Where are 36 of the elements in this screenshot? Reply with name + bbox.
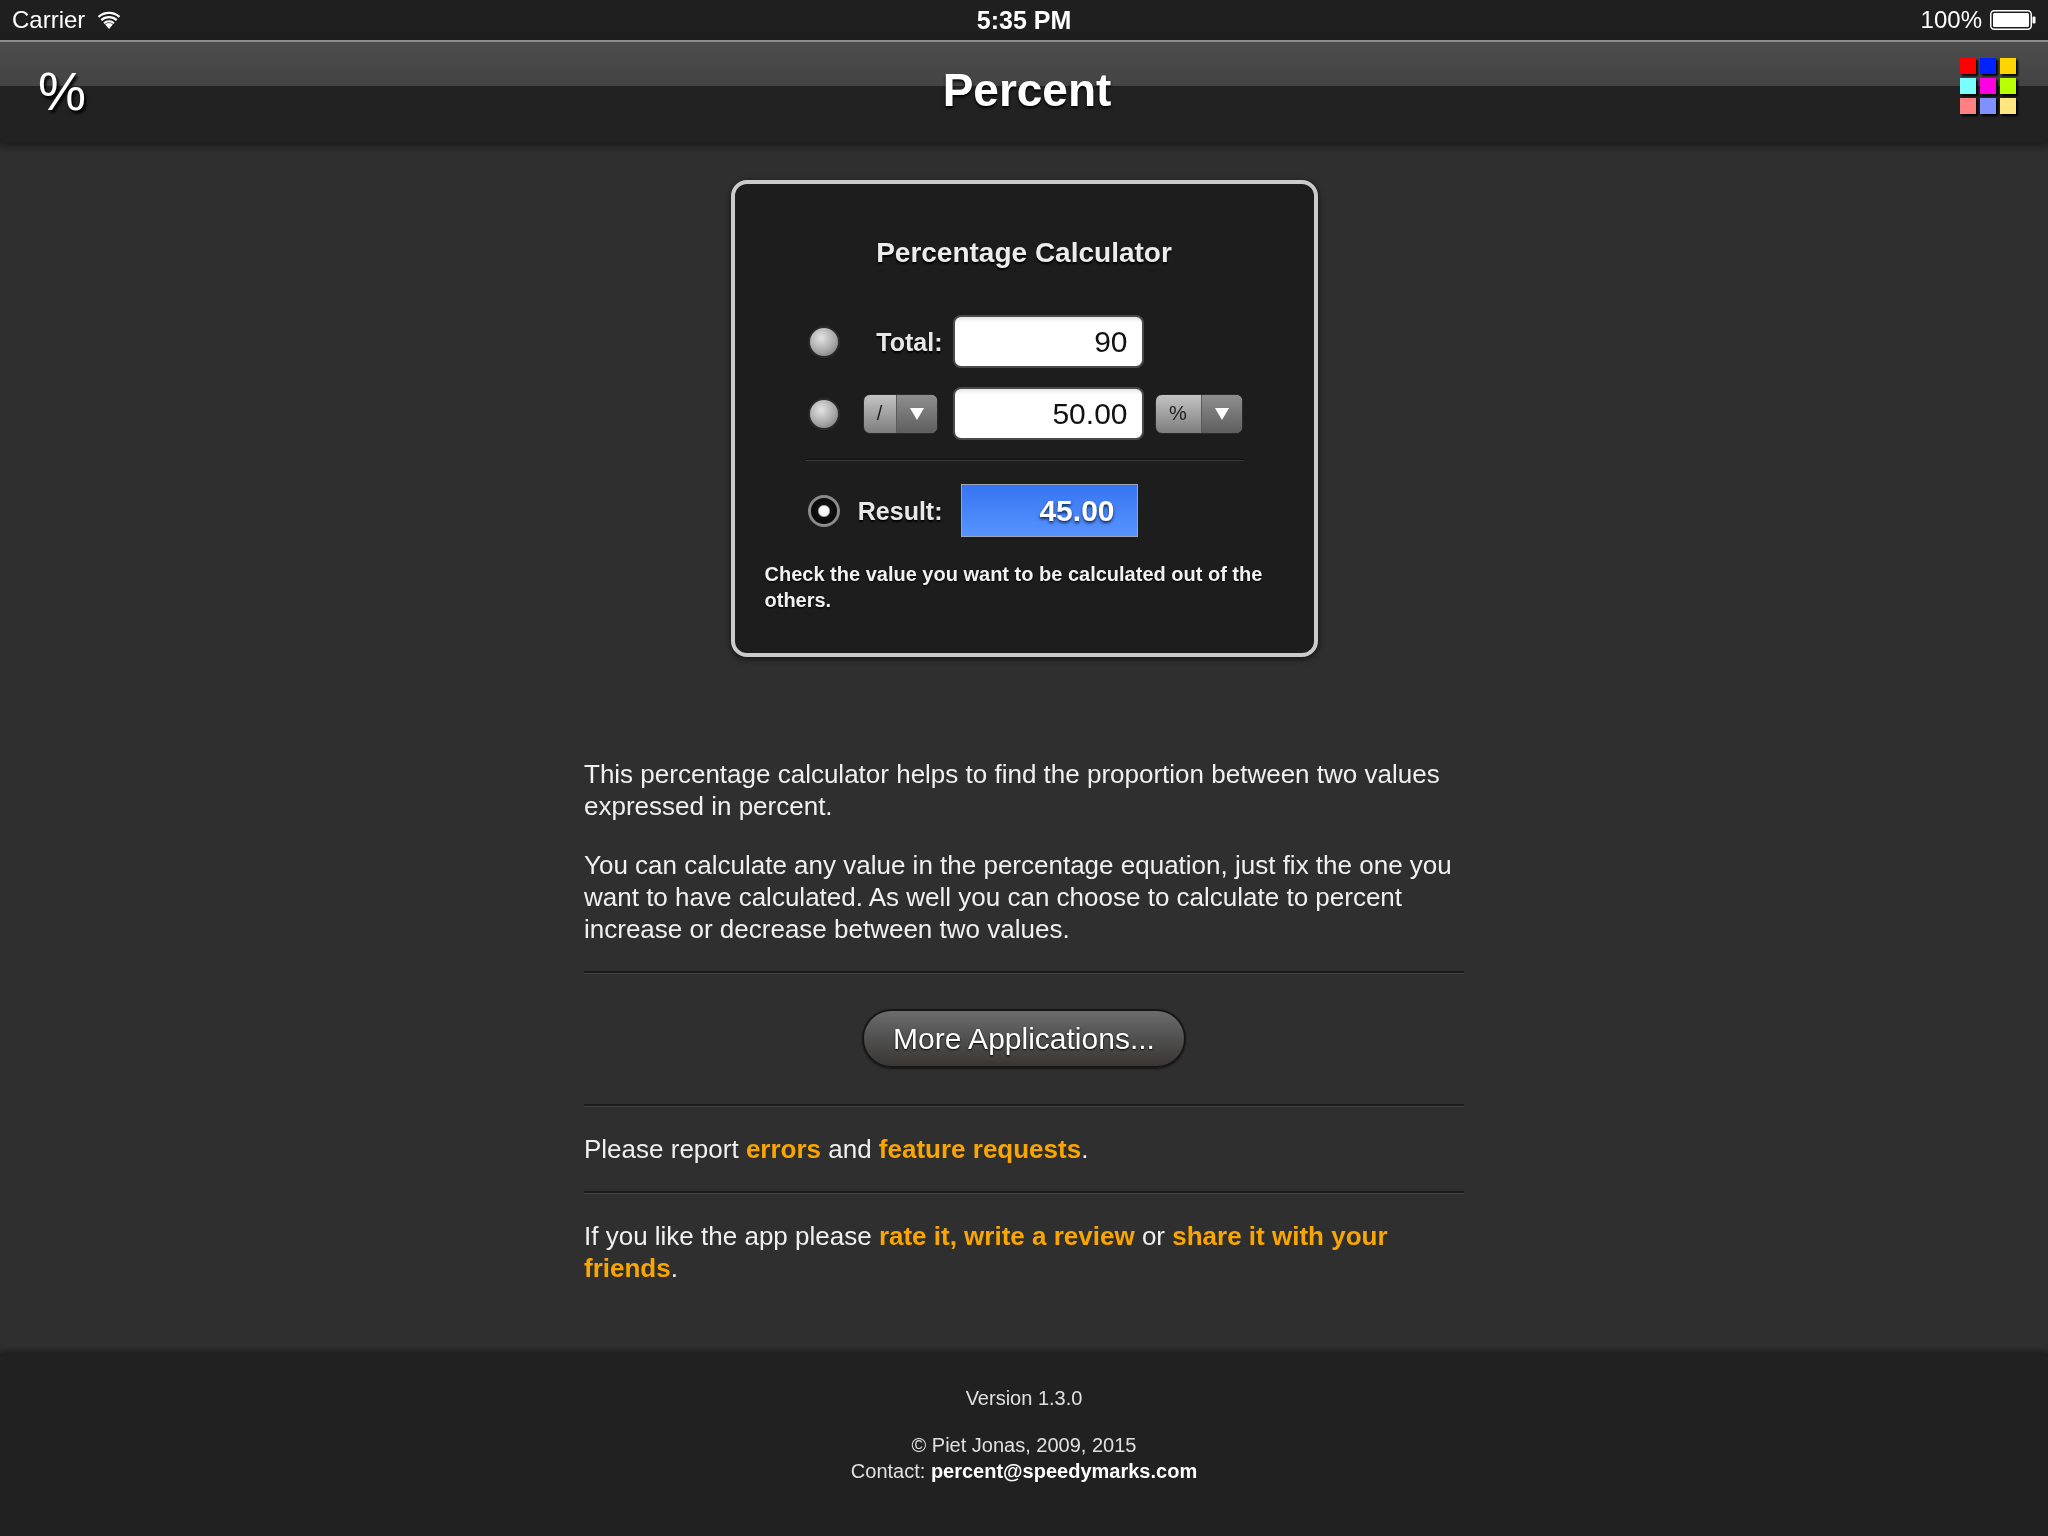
caret-icon [1214, 407, 1229, 420]
field-label: Total: [876, 326, 943, 357]
sharing-text: If you like the app please rate it, write a review or share it with your friends. [584, 1220, 1389, 1284]
copyright-text: © Piet Jonas, 2009, 2015 [911, 1433, 1137, 1458]
wifi-icon [97, 11, 122, 29]
email-link[interactable]: percent@speedymarks.com [930, 1460, 1198, 1482]
value-field[interactable]: 50.00 [952, 387, 1144, 440]
description-text: You can calculate any value in the percentage equation, just fix the one you want to have calculated. As well you can choose to calculate to percent increase or decrease between two values. [584, 849, 1453, 945]
calculator-title: Percentage Calculator [875, 236, 1173, 270]
total-field[interactable]: 90 [952, 315, 1144, 368]
hint-text: Check the value you want to be calculated out of the others. [764, 562, 1264, 613]
result-field[interactable]: 45.00 [960, 484, 1138, 537]
share-link[interactable]: friends [584, 1253, 671, 1283]
battery-label: 100% [1920, 6, 1982, 34]
feedback-link[interactable]: errors [745, 1134, 822, 1164]
unit-dropdown[interactable]: % [1154, 393, 1243, 434]
feedback-link[interactable]: feature requests [878, 1134, 1082, 1164]
clock-label: 5:35 PM [976, 6, 1072, 34]
radio-button[interactable] [807, 397, 840, 430]
operator-dropdown[interactable]: / [862, 393, 938, 434]
battery-icon [1990, 10, 2036, 30]
carrier-label: Carrier [12, 6, 86, 34]
share-link[interactable]: share it with your [1172, 1221, 1388, 1251]
contact-text: Contact: percent@speedymarks.com [850, 1459, 1198, 1484]
version-text: Version 1.3.0 [965, 1386, 1083, 1410]
description-text: This percentage calculator helps to find the proportion between two values expressed in percent. [584, 758, 1441, 822]
field-label: Result: [857, 495, 943, 526]
grid-icon[interactable] [1960, 58, 2016, 114]
app-logo: % [38, 61, 86, 121]
window-title: Percent [942, 63, 1112, 117]
radio-button[interactable] [807, 494, 840, 527]
more-applications-button[interactable]: More Applications... [862, 1009, 1186, 1068]
share-link[interactable]: rate it, write a review [878, 1221, 1135, 1251]
caret-icon [909, 407, 924, 420]
radio-button[interactable] [807, 325, 840, 358]
feedback-text: Please report errors and feature requests. [584, 1133, 1090, 1165]
